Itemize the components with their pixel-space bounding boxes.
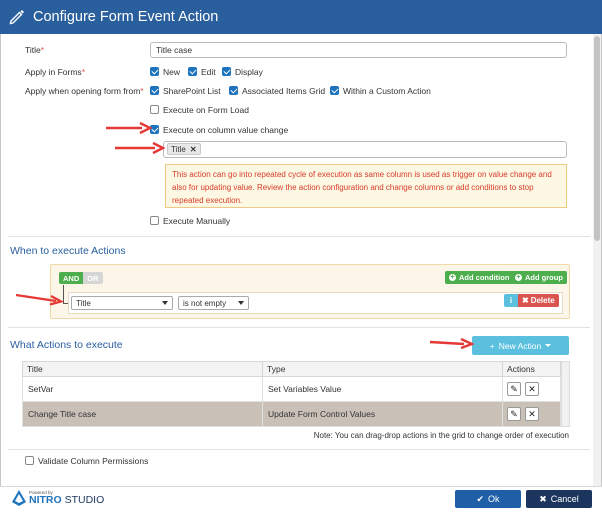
checkbox-checked-icon	[330, 85, 339, 95]
checkbox-unchecked-icon	[150, 215, 159, 225]
action-type-cell: Set Variables Value	[262, 376, 503, 402]
table-row[interactable]: SetVar Set Variables Value ✎ ✕	[22, 376, 561, 402]
annotation-arrow-icon	[115, 141, 165, 155]
checkbox-custom-action[interactable]: Within a Custom Action	[330, 85, 431, 96]
add-group-button[interactable]: + Add group	[511, 271, 567, 284]
table-row[interactable]: Change Title case Update Form Control Va…	[22, 401, 561, 427]
brand-studio: STUDIO	[64, 494, 105, 506]
edit-button[interactable]: ✎	[507, 407, 521, 421]
action-title-cell: SetVar	[22, 376, 263, 402]
brand-nitro: NITRO	[29, 494, 62, 506]
plus-icon: +	[489, 340, 495, 351]
close-icon: ✕	[528, 383, 536, 394]
or-toggle[interactable]: OR	[83, 272, 103, 284]
checkbox-display[interactable]: Display	[222, 66, 263, 77]
rule-field-select[interactable]: Title	[71, 296, 173, 310]
cancel-button[interactable]: ✖ Cancel	[526, 490, 592, 508]
and-or-toggle[interactable]: AND OR	[59, 272, 103, 284]
close-icon: ✖	[522, 296, 529, 305]
ok-button[interactable]: ✔ Ok	[455, 490, 521, 508]
edit-button[interactable]: ✎	[507, 382, 521, 396]
rule-buttons: i ✖ Delete	[504, 294, 559, 307]
pencil-icon: ✎	[510, 383, 518, 394]
delete-button[interactable]: ✕	[525, 407, 539, 421]
divider	[8, 236, 590, 237]
grid-note: Note: You can drag-drop actions in the g…	[313, 431, 569, 440]
rule-operator-select[interactable]: is not empty	[178, 296, 249, 310]
nitro-studio-logo: Powered by NITRO STUDIO	[12, 490, 104, 506]
annotation-arrow-icon	[106, 121, 152, 135]
plus-circle-icon: +	[515, 274, 522, 281]
and-toggle[interactable]: AND	[59, 272, 84, 284]
column-header-type[interactable]: Type	[262, 361, 503, 377]
checkbox-checked-icon	[229, 85, 238, 95]
add-condition-button[interactable]: + Add condition	[445, 271, 514, 284]
annotation-arrow-icon	[15, 293, 64, 306]
apply-in-forms-label: Apply in Forms*	[25, 67, 85, 77]
close-icon: ✕	[528, 408, 536, 419]
checkbox-checked-icon	[150, 66, 159, 76]
checkbox-checked-icon	[222, 66, 231, 76]
row-actions-cell: ✎ ✕	[502, 376, 561, 402]
remove-tag-icon[interactable]: ✕	[190, 145, 197, 154]
annotation-arrow-icon	[429, 337, 474, 350]
checkbox-sharepoint-list[interactable]: SharePoint List	[150, 85, 221, 96]
delete-rule-button[interactable]: ✖ Delete	[518, 294, 559, 307]
checkbox-validate-permissions[interactable]: Validate Column Permissions	[25, 455, 148, 466]
checkbox-unchecked-icon	[150, 104, 159, 114]
column-header-actions: Actions	[502, 361, 561, 377]
grid-scrollbar[interactable]	[561, 361, 570, 427]
what-section-title: What Actions to execute	[10, 339, 123, 351]
delete-button[interactable]: ✕	[525, 382, 539, 396]
column-tag: Title ✕	[167, 143, 201, 155]
nitro-logo-icon	[12, 490, 26, 506]
dialog-header: Configure Form Event Action	[0, 0, 602, 34]
info-button[interactable]: i	[504, 294, 518, 307]
chevron-down-icon	[162, 301, 168, 305]
checkbox-checked-icon	[150, 85, 159, 95]
action-title-cell: Change Title case	[22, 401, 263, 427]
pencil-icon	[8, 8, 26, 26]
checkbox-new[interactable]: New	[150, 66, 180, 77]
divider	[8, 449, 590, 450]
pencil-icon: ✎	[510, 408, 518, 419]
plus-circle-icon: +	[449, 274, 456, 281]
dialog-title: Configure Form Event Action	[33, 9, 219, 25]
actions-grid: Title Type Actions SetVar Set Variables …	[22, 361, 561, 427]
checkmark-icon: ✔	[476, 493, 485, 504]
action-type-cell: Update Form Control Values	[262, 401, 503, 427]
info-icon: i	[509, 296, 513, 305]
warning-message: This action can go into repeated cycle o…	[165, 164, 567, 208]
apply-when-label: Apply when opening form from*	[25, 86, 144, 96]
divider	[8, 327, 590, 328]
title-label: Title*	[25, 45, 45, 55]
scrollbar-thumb[interactable]	[594, 36, 600, 241]
row-actions-cell: ✎ ✕	[502, 401, 561, 427]
trigger-columns-input[interactable]: Title ✕	[163, 141, 567, 158]
checkbox-associated-items-grid[interactable]: Associated Items Grid	[229, 85, 325, 96]
title-input[interactable]: Title case	[150, 42, 567, 58]
checkbox-unchecked-icon	[25, 455, 34, 465]
chevron-down-icon	[545, 344, 552, 347]
checkbox-execute-on-load[interactable]: Execute on Form Load	[150, 104, 249, 115]
checkbox-checked-icon	[188, 66, 197, 76]
new-action-button[interactable]: + New Action	[472, 336, 569, 355]
column-header-title[interactable]: Title	[22, 361, 263, 377]
checkbox-execute-on-change[interactable]: Execute on column value change	[150, 124, 288, 135]
when-section-title: When to execute Actions	[10, 245, 126, 257]
chevron-down-icon	[238, 301, 244, 305]
close-icon: ✖	[539, 493, 547, 504]
checkbox-execute-manually[interactable]: Execute Manually	[150, 215, 230, 226]
checkbox-edit[interactable]: Edit	[188, 66, 216, 77]
